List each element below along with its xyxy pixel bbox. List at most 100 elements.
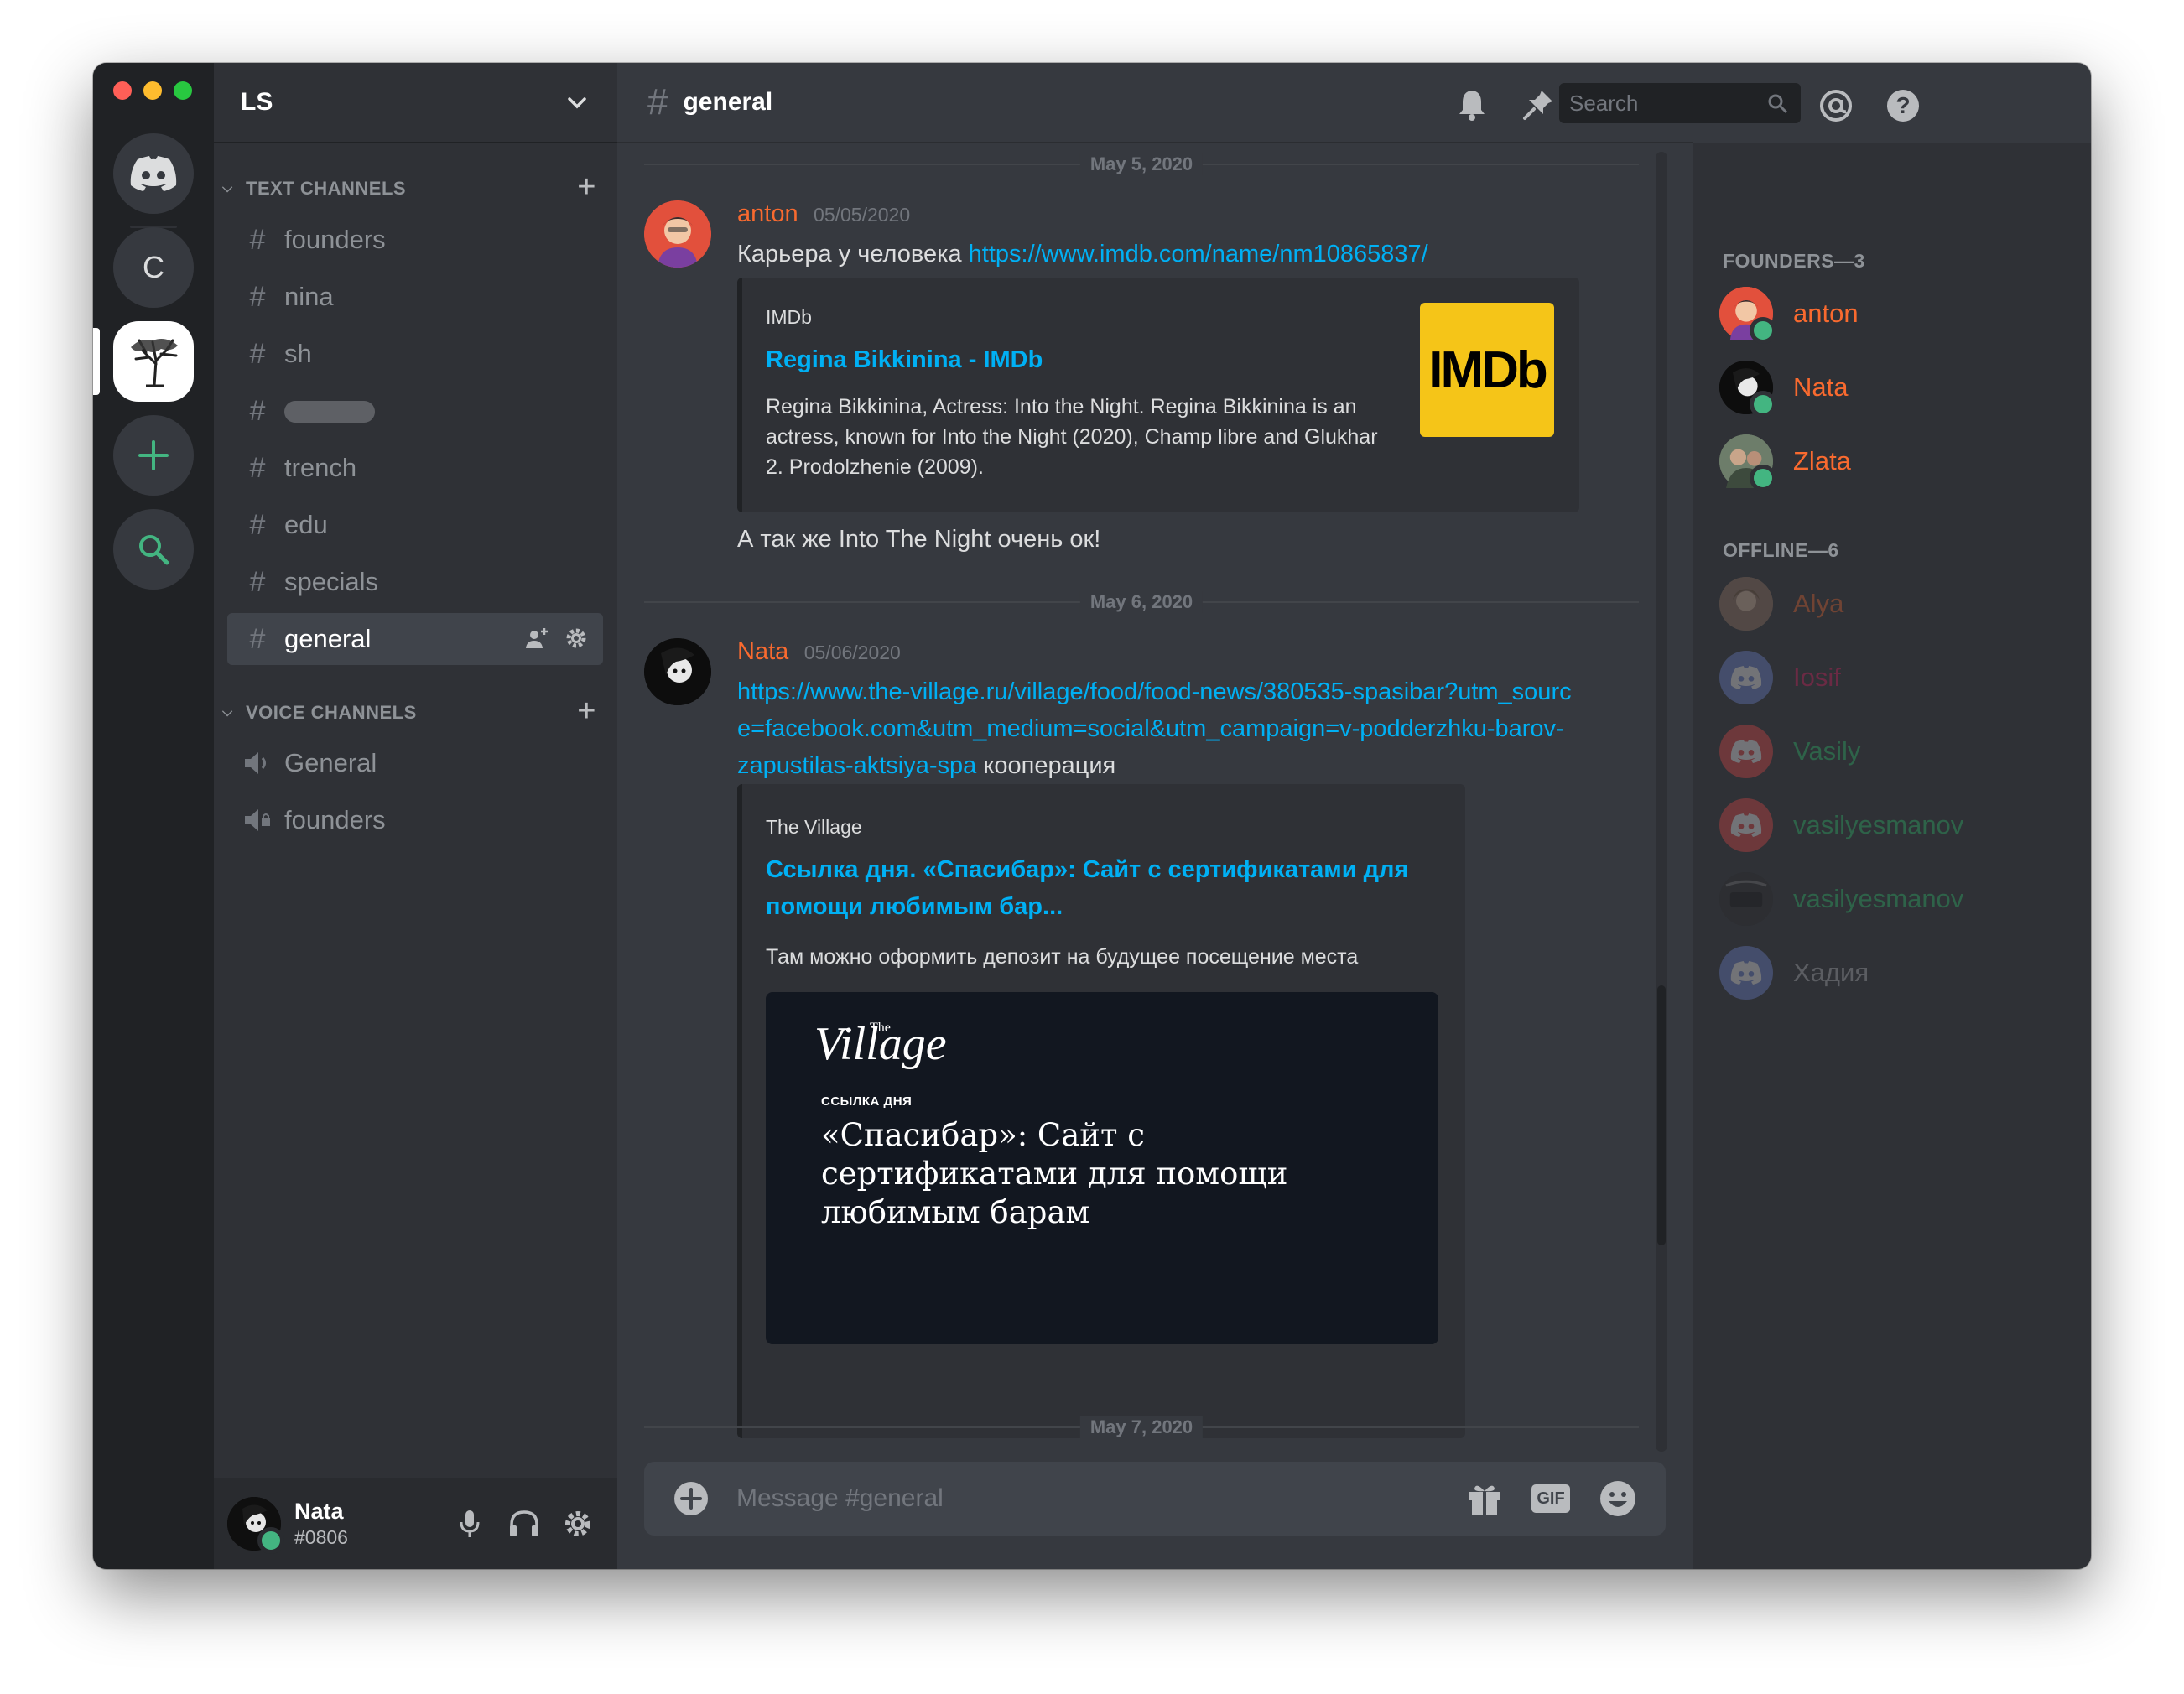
caret-down-icon: ⌵ [222,181,233,195]
gif-label: GIF [1537,1489,1565,1508]
server-header[interactable]: LS [214,63,617,143]
member-name: vasilyesmanov [1793,810,1964,839]
help-icon[interactable]: ? [1885,88,1921,123]
app-window: C LS ⌵ TEXT CHANNELS + # founders # nina… [93,63,2091,1569]
date-divider: May 5, 2020 [644,153,1639,175]
channel-nina[interactable]: # nina [227,271,603,323]
pin-icon[interactable] [1521,88,1555,122]
message-link[interactable]: https://www.imdb.com/name/nm10865837/ [969,241,1428,268]
channel-trench[interactable]: # trench [227,442,603,494]
member-alya[interactable]: Alya [1719,574,1843,633]
embed-title[interactable]: Ссылка дня. «Спасибар»: Сайт с сертифика… [766,851,1437,925]
link-embed-village: The Village Ссылка дня. «Спасибар»: Сайт… [737,784,1465,1438]
discord-default-avatar-icon [1730,740,1762,763]
members-category-founders: FOUNDERS—3 [1723,250,1865,272]
user-settings-gear-icon[interactable] [563,1509,593,1539]
member-nata[interactable]: Nata [1719,358,1848,418]
tree-server-icon [131,339,178,387]
message-input[interactable]: Message #general [736,1484,1466,1513]
message-avatar-anton[interactable] [644,200,711,268]
embed-provider[interactable]: IMDb [766,306,812,329]
channel-edu[interactable]: # edu [227,499,603,551]
add-text-channel-button[interactable]: + [577,169,596,205]
chat-scrollbar-thumb[interactable] [1657,985,1666,1245]
invite-member-icon[interactable] [524,626,549,652]
message-avatar-nata[interactable] [644,638,711,705]
channel-general[interactable]: # general [227,613,603,665]
voice-channel-general[interactable]: General [227,737,603,789]
minimize-window-button[interactable] [143,81,162,100]
add-voice-channel-button[interactable]: + [577,694,596,730]
search-input[interactable]: Search [1559,83,1801,123]
hash-icon: # [647,81,668,122]
gif-button[interactable]: GIF [1531,1484,1570,1513]
date-label: May 7, 2020 [1079,1416,1204,1438]
embed-provider[interactable]: The Village [766,816,862,839]
search-icon [139,535,169,565]
member-vasily[interactable]: Vasily [1719,722,1860,781]
voice-channel-founders[interactable]: founders [227,794,603,846]
member-anton[interactable]: anton [1719,284,1859,344]
caret-down-icon: ⌵ [222,705,233,720]
discord-default-avatar-icon [1730,666,1762,689]
server-ls-button[interactable] [113,321,194,402]
member-name: Iosif [1793,663,1841,692]
discord-default-avatar-icon [1730,813,1762,837]
server-name: LS [241,88,273,116]
member-vasilyesmanov-2[interactable]: vasilyesmanov [1719,870,1963,928]
message-author[interactable]: Nata [737,638,788,665]
home-button[interactable] [113,133,194,214]
chat-header: # general Search ? [617,63,1919,143]
date-label: May 5, 2020 [1079,153,1204,175]
message-author[interactable]: anton [737,200,798,227]
channel-sh[interactable]: # sh [227,328,603,380]
channel-label: General [284,748,377,777]
embed-title[interactable]: Regina Bikkinina - IMDb [766,341,1043,378]
chat-area: # general Search ? May 5, 2020 anton 05/… [617,63,1919,1569]
add-server-button[interactable] [113,415,194,496]
online-status-dot [257,1527,284,1554]
bell-icon[interactable] [1456,88,1488,122]
user-tag: #0806 [294,1526,348,1548]
microphone-icon[interactable] [457,1509,482,1539]
locked-channel-icon: # [249,337,266,370]
member-zlata[interactable]: Zlata [1719,432,1851,491]
search-placeholder: Search [1569,90,1639,116]
text-channels-category[interactable]: ⌵ TEXT CHANNELS + [222,169,608,205]
message-timestamp: 05/06/2020 [803,642,901,663]
add-attachment-icon[interactable] [673,1480,710,1517]
member-avatar [1719,577,1773,631]
gear-icon[interactable] [564,626,588,650]
voice-channels-category[interactable]: ⌵ VOICE CHANNELS + [222,694,608,729]
channel-label: trench [284,453,357,482]
channel-founders[interactable]: # founders [227,214,603,266]
server-c-button[interactable]: C [113,227,194,308]
channel-label: specials [284,567,378,596]
member-vasilyesmanov-1[interactable]: vasilyesmanov [1719,796,1963,855]
gift-icon[interactable] [1466,1480,1503,1517]
channel-specials[interactable]: # specials [227,556,603,608]
village-logo-small: The [870,1021,891,1035]
chat-scrollbar-track[interactable] [1656,152,1667,1452]
message-header: anton 05/05/2020 [737,200,910,228]
channel-sidebar: LS ⌵ TEXT CHANNELS + # founders # nina #… [214,63,617,1569]
member-iosif[interactable]: Iosif [1719,648,1841,707]
chevron-down-icon [568,97,586,109]
close-window-button[interactable] [113,81,132,100]
user-info[interactable]: Nata #0806 [294,1499,348,1549]
message-link[interactable]: https://www.the-village.ru/village/food/… [737,678,1572,779]
discord-logo-icon [130,156,177,191]
date-divider: May 7, 2020 [644,1416,1639,1438]
emoji-icon[interactable] [1599,1479,1637,1518]
channel-redacted[interactable]: # [227,385,603,437]
imdb-logo-text: IMDb [1428,340,1548,399]
user-avatar[interactable] [227,1497,284,1554]
maximize-window-button[interactable] [174,81,192,100]
explore-servers-button[interactable] [113,509,194,590]
member-avatar [1719,434,1776,491]
headphones-icon[interactable] [507,1509,541,1539]
mentions-icon[interactable] [1818,88,1854,123]
village-preview-image[interactable]: Village The ССЫЛКА ДНЯ «Спасибар»: Сайт … [766,992,1438,1344]
imdb-thumbnail[interactable]: IMDb [1420,303,1554,437]
member-khadiya[interactable]: Хадия [1719,943,1869,1002]
